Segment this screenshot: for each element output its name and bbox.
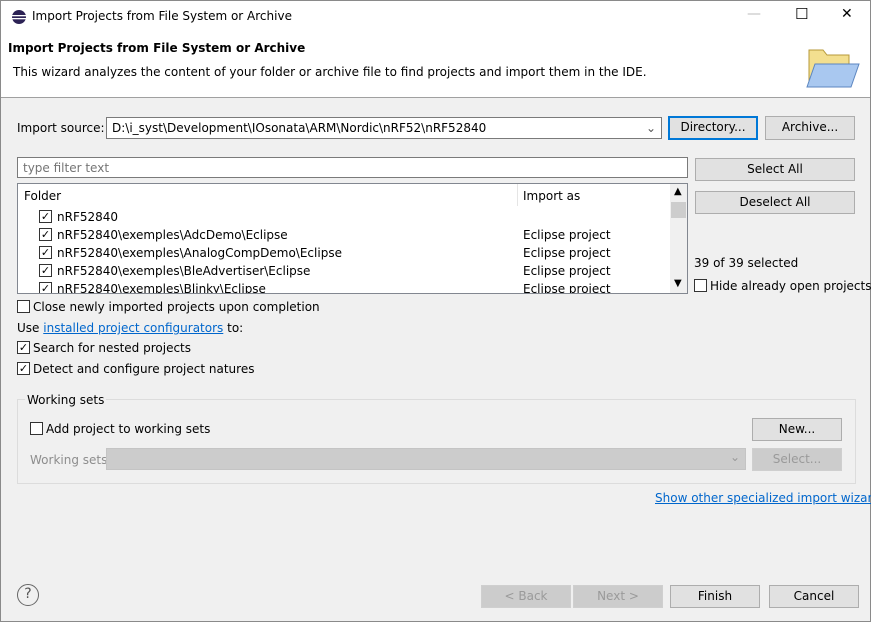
working-sets-label: Working sets: (30, 453, 112, 467)
row-folder: nRF52840\exemples\Blinky\Eclipse (57, 282, 266, 294)
row-folder: nRF52840\exemples\BleAdvertiser\Eclipse (57, 264, 311, 278)
select-working-set-button[interactable]: Select... (752, 448, 842, 471)
cancel-button[interactable]: Cancel (769, 585, 859, 608)
page-description: This wizard analyzes the content of your… (13, 65, 647, 79)
use-prefix: Use (17, 321, 40, 335)
minimize-button[interactable]: — (747, 6, 761, 22)
table-row[interactable]: ✓ nRF52840 (18, 208, 668, 226)
other-wizards-link[interactable]: Show other specialized import wizards (655, 491, 871, 505)
add-working-sets-checkbox[interactable] (30, 422, 43, 435)
page-title: Import Projects from File System or Arch… (8, 41, 306, 55)
folder-icon (806, 49, 860, 88)
finish-button[interactable]: Finish (670, 585, 760, 608)
working-sets-group (17, 399, 856, 484)
table-row[interactable]: ✓ nRF52840\exemples\AdcDemo\Eclipse Ecli… (18, 226, 668, 244)
row-import-as: Eclipse project (523, 246, 611, 260)
chevron-down-icon: ⌄ (645, 121, 656, 135)
add-working-sets-label: Add project to working sets (46, 422, 211, 436)
import-dialog: Import Projects from File System or Arch… (0, 0, 871, 622)
table-scrollbar[interactable]: ▲ ▼ (670, 184, 687, 293)
row-import-as: Eclipse project (523, 282, 611, 294)
natures-label: Detect and configure project natures (33, 362, 255, 376)
select-all-button[interactable]: Select All (695, 158, 855, 181)
wizard-header: Import Projects from File System or Arch… (1, 32, 870, 98)
configurators-line: Use installed project configurators to: (17, 321, 243, 335)
nested-label: Search for nested projects (33, 341, 192, 355)
working-sets-title: Working sets (25, 393, 107, 407)
column-header-folder[interactable]: Folder (24, 189, 61, 203)
row-checkbox[interactable]: ✓ (39, 264, 52, 277)
scroll-thumb[interactable] (671, 202, 686, 218)
natures-checkbox[interactable]: ✓ (17, 362, 30, 375)
row-folder: nRF52840\exemples\AnalogCompDemo\Eclipse (57, 246, 342, 260)
table-row[interactable]: ✓ nRF52840\exemples\AnalogCompDemo\Eclip… (18, 244, 668, 262)
hide-open-checkbox[interactable] (694, 279, 707, 292)
row-checkbox[interactable]: ✓ (39, 282, 52, 293)
use-suffix: to: (227, 321, 244, 335)
projects-table: Folder Import as ✓ nRF52840 ✓ nRF52840\e… (17, 183, 688, 294)
import-source-label: Import source: (17, 121, 105, 135)
import-source-combo[interactable]: D:\i_syst\Development\IOsonata\ARM\Nordi… (106, 117, 662, 139)
back-button[interactable]: < Back (481, 585, 571, 608)
close-new-checkbox[interactable] (17, 300, 30, 313)
deselect-all-button[interactable]: Deselect All (695, 191, 855, 214)
help-button[interactable]: ? (17, 584, 39, 606)
maximize-button[interactable]: ☐ (795, 5, 808, 23)
row-import-as: Eclipse project (523, 228, 611, 242)
row-checkbox[interactable]: ✓ (39, 228, 52, 241)
row-folder: nRF52840 (57, 210, 119, 224)
hide-open-label: Hide already open projects (710, 279, 871, 293)
row-checkbox[interactable]: ✓ (39, 210, 52, 223)
scroll-down-icon[interactable]: ▼ (674, 278, 682, 289)
directory-button[interactable]: Directory... (668, 116, 758, 140)
eclipse-icon (12, 10, 26, 24)
close-button[interactable]: ✕ (841, 6, 853, 22)
configurators-link[interactable]: installed project configurators (43, 321, 223, 335)
filter-input[interactable] (17, 157, 688, 178)
scroll-up-icon[interactable]: ▲ (674, 186, 682, 197)
row-import-as: Eclipse project (523, 264, 611, 278)
nested-checkbox[interactable]: ✓ (17, 341, 30, 354)
close-new-label: Close newly imported projects upon compl… (33, 300, 320, 314)
window-title: Import Projects from File System or Arch… (32, 9, 292, 23)
table-row[interactable]: ✓ nRF52840\exemples\BleAdvertiser\Eclips… (18, 262, 668, 280)
archive-button[interactable]: Archive... (765, 116, 855, 140)
working-sets-combo[interactable]: ⌄ (106, 448, 746, 470)
selection-count: 39 of 39 selected (694, 256, 799, 270)
import-source-value: D:\i_syst\Development\IOsonata\ARM\Nordi… (112, 121, 487, 135)
next-button[interactable]: Next > (573, 585, 663, 608)
new-working-set-button[interactable]: New... (752, 418, 842, 441)
column-header-import-as[interactable]: Import as (523, 189, 580, 203)
table-row[interactable]: ✓ nRF52840\exemples\Blinky\Eclipse Eclip… (18, 280, 668, 294)
chevron-down-icon: ⌄ (729, 450, 740, 464)
row-folder: nRF52840\exemples\AdcDemo\Eclipse (57, 228, 288, 242)
title-bar: Import Projects from File System or Arch… (1, 1, 870, 32)
row-checkbox[interactable]: ✓ (39, 246, 52, 259)
